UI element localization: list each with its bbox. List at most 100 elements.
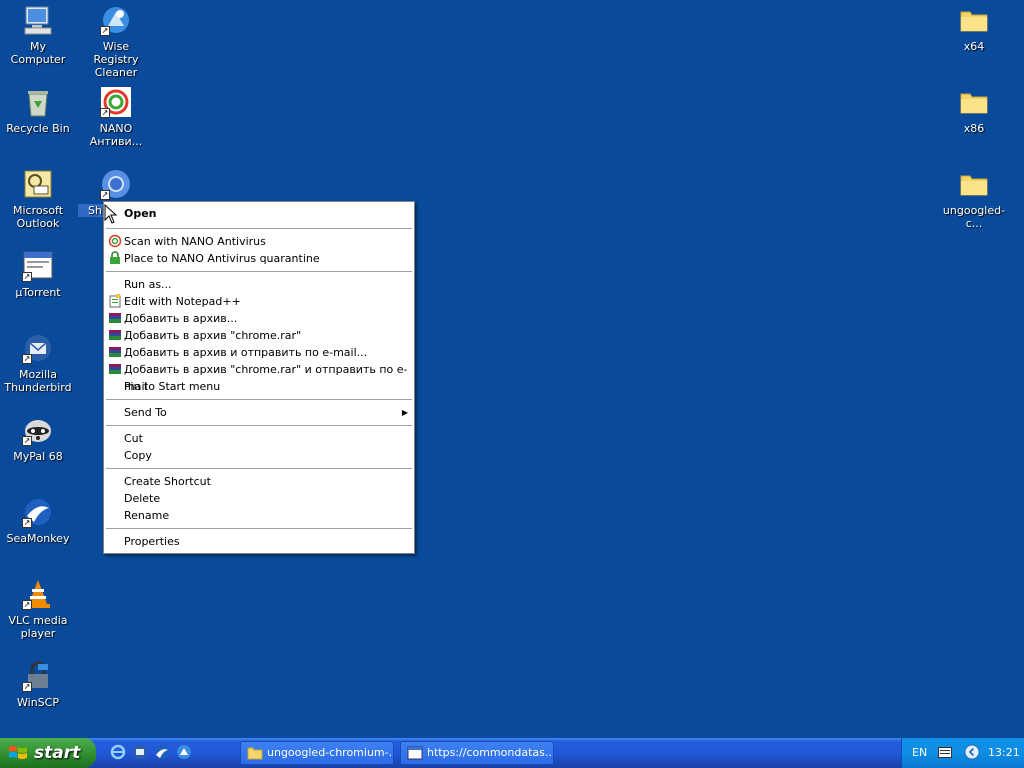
microsoft-outlook-shortcut[interactable]: Microsoft Outlook — [0, 168, 76, 230]
taskbar-button-ungoogled-label: ungoogled-chromium-... — [267, 746, 394, 759]
chromium-icon: ↗ — [100, 168, 132, 200]
menu-add-to-archive-label: Добавить в архив... — [124, 312, 238, 325]
utorrent-shortcut[interactable]: ↗ µTorrent — [0, 250, 76, 299]
menu-separator — [106, 528, 412, 529]
wise-registry-cleaner-shortcut[interactable]: ↗ Wise Registry Cleaner — [78, 4, 154, 79]
menu-create-shortcut[interactable]: Create Shortcut — [104, 473, 414, 490]
thunderbird-quicklaunch-icon[interactable] — [132, 744, 148, 760]
recycle-bin-shortcut[interactable]: Recycle Bin — [0, 86, 76, 135]
shortcut-arrow-icon: ↗ — [22, 436, 32, 446]
browser-window-icon — [407, 746, 423, 760]
shortcut-arrow-icon: ↗ — [22, 600, 32, 610]
nano-antivirus-label: NANO Антиви... — [89, 122, 143, 148]
menu-edit-notepadpp[interactable]: Edit with Notepad++ — [104, 293, 414, 310]
folder-ungoogled-label: ungoogled-c... — [942, 204, 1006, 230]
wise-registry-cleaner-label: Wise Registry Cleaner — [93, 40, 139, 79]
taskbar: start ungoogled-chromium-... https://com… — [0, 738, 1024, 768]
utorrent-icon: ↗ — [22, 250, 54, 282]
my-computer-shortcut[interactable]: My Computer — [0, 4, 76, 66]
menu-separator — [106, 468, 412, 469]
menu-nano-quarantine[interactable]: Place to NANO Antivirus quarantine — [104, 250, 414, 267]
taskbar-button-browser-label: https://commondatas... — [427, 746, 554, 759]
nano-antivirus-icon: ↗ — [100, 86, 132, 118]
context-menu: Open Scan with NANO Antivirus Place to N… — [103, 201, 415, 554]
menu-pin-to-start[interactable]: Pin to Start menu — [104, 378, 414, 395]
clock[interactable]: 13:21 — [988, 746, 1020, 759]
menu-add-to-chrome-rar-label: Добавить в архив "chrome.rar" — [124, 329, 302, 342]
menu-open[interactable]: Open — [104, 204, 414, 224]
taskbar-button-browser[interactable]: https://commondatas... — [400, 741, 554, 765]
menu-delete[interactable]: Delete — [104, 490, 414, 507]
internet-explorer-icon[interactable] — [110, 744, 126, 760]
vlc-cone-icon: ↗ — [22, 578, 54, 610]
shortcut-arrow-icon: ↗ — [100, 26, 110, 36]
mypal-shortcut[interactable]: ↗ MyPal 68 — [0, 414, 76, 463]
seamonkey-label: SeaMonkey — [6, 532, 70, 545]
wise-quicklaunch-icon[interactable] — [176, 744, 192, 760]
utorrent-label: µTorrent — [15, 286, 61, 299]
shortcut-arrow-icon: ↗ — [22, 682, 32, 692]
menu-send-to[interactable]: Send To ▶ — [104, 404, 414, 421]
recycle-bin-icon — [22, 86, 54, 118]
folder-icon — [958, 4, 990, 36]
folder-x86[interactable]: x86 — [936, 86, 1012, 135]
menu-cut[interactable]: Cut — [104, 430, 414, 447]
menu-scan-nano[interactable]: Scan with NANO Antivirus — [104, 233, 414, 250]
folder-x64[interactable]: x64 — [936, 4, 1012, 53]
winscp-label: WinSCP — [17, 696, 59, 709]
menu-send-to-label: Send To — [124, 406, 167, 419]
nano-antivirus-shortcut[interactable]: ↗ NANO Антиви... — [78, 86, 154, 148]
menu-copy[interactable]: Copy — [104, 447, 414, 464]
menu-rename[interactable]: Rename — [104, 507, 414, 524]
submenu-arrow-icon: ▶ — [401, 408, 408, 417]
menu-archive-and-email-label: Добавить в архив и отправить по e-mail..… — [124, 346, 368, 359]
winrar-icon — [108, 345, 122, 359]
keyboard-icon[interactable] — [938, 747, 952, 758]
seamonkey-quicklaunch-icon[interactable] — [154, 744, 170, 760]
taskbar-button-ungoogled[interactable]: ungoogled-chromium-... — [240, 741, 394, 765]
shortcut-arrow-icon: ↗ — [100, 108, 110, 118]
seamonkey-icon: ↗ — [22, 496, 54, 528]
vlc-shortcut[interactable]: ↗ VLC media player — [0, 578, 76, 640]
menu-nano-quarantine-label: Place to NANO Antivirus quarantine — [124, 252, 320, 265]
winscp-shortcut[interactable]: ↗ WinSCP — [0, 660, 76, 709]
folder-ungoogled[interactable]: ungoogled-c... — [936, 168, 1012, 230]
recycle-bin-label: Recycle Bin — [6, 122, 70, 135]
menu-edit-notepadpp-label: Edit with Notepad++ — [124, 295, 241, 308]
menu-separator — [106, 228, 412, 229]
language-indicator[interactable]: EN — [912, 746, 927, 759]
vlc-label: VLC media player — [8, 614, 68, 640]
shortcut-arrow-icon: ↗ — [22, 518, 32, 528]
wise-registry-cleaner-icon: ↗ — [100, 4, 132, 36]
start-button[interactable]: start — [0, 738, 96, 768]
show-hidden-icons-icon[interactable] — [964, 744, 980, 760]
my-computer-label: My Computer — [10, 40, 66, 66]
outlook-icon — [22, 168, 54, 200]
menu-separator — [106, 271, 412, 272]
windows-flag-icon — [9, 746, 27, 759]
menu-separator — [106, 425, 412, 426]
folder-icon — [958, 168, 990, 200]
folder-icon — [958, 86, 990, 118]
menu-properties[interactable]: Properties — [104, 533, 414, 550]
menu-chrome-rar-and-email[interactable]: Добавить в архив "chrome.rar" и отправит… — [104, 361, 414, 393]
folder-icon — [247, 747, 263, 760]
menu-scan-nano-label: Scan with NANO Antivirus — [124, 235, 266, 248]
shortcut-arrow-icon: ↗ — [22, 354, 32, 364]
notepadpp-icon — [108, 294, 122, 308]
thunderbird-shortcut[interactable]: ↗ Mozilla Thunderbird — [0, 332, 76, 394]
menu-add-to-chrome-rar[interactable]: Добавить в архив "chrome.rar" — [104, 327, 414, 344]
seamonkey-shortcut[interactable]: ↗ SeaMonkey — [0, 496, 76, 545]
mouse-cursor-icon — [104, 204, 117, 224]
winrar-icon — [108, 311, 122, 325]
shortcut-arrow-icon: ↗ — [100, 190, 110, 200]
menu-run-as[interactable]: Run as... — [104, 276, 414, 293]
menu-archive-and-email[interactable]: Добавить в архив и отправить по e-mail..… — [104, 344, 414, 361]
winrar-icon — [108, 328, 122, 342]
menu-add-to-archive[interactable]: Добавить в архив... — [104, 310, 414, 327]
thunderbird-label: Mozilla Thunderbird — [4, 368, 72, 394]
lock-icon — [108, 251, 122, 265]
folder-x64-label: x64 — [963, 40, 985, 53]
thunderbird-icon: ↗ — [22, 332, 54, 364]
system-tray: EN 13:21 — [901, 738, 1024, 768]
